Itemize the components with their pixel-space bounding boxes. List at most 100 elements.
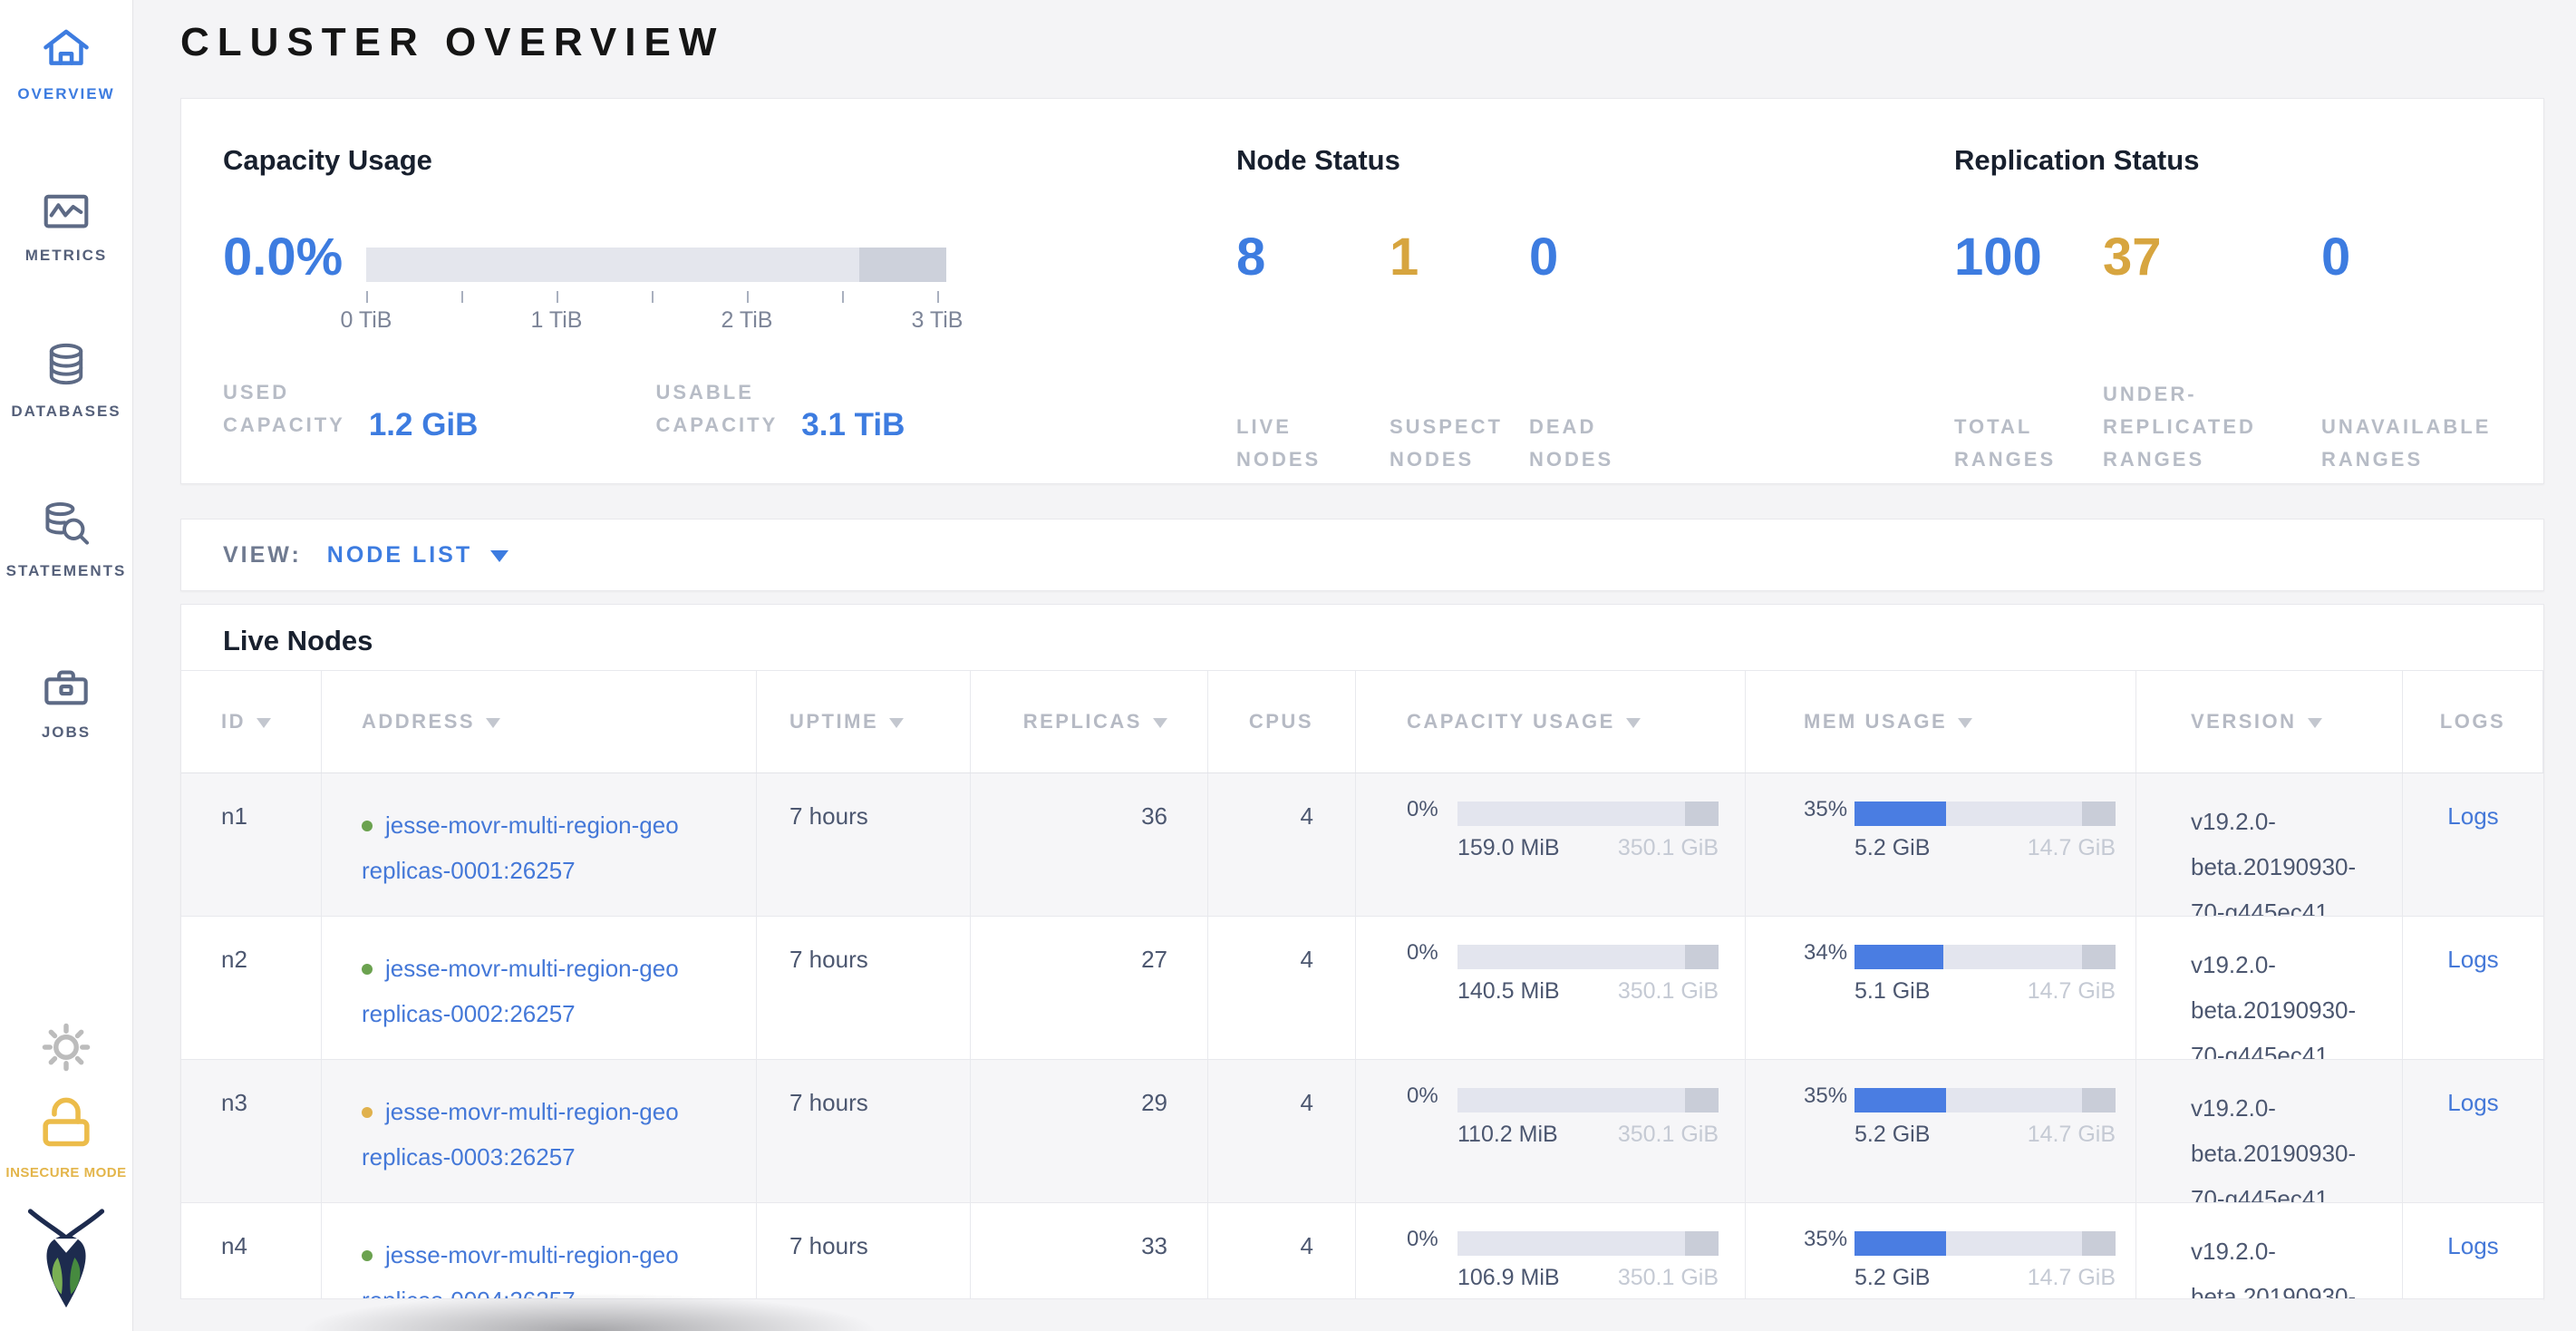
jobs-briefcase-icon: [41, 664, 92, 711]
column-header-label: CAPACITY USAGE: [1407, 710, 1615, 734]
mem-meter: [1855, 945, 2116, 969]
live-nodes-title: Live Nodes: [223, 625, 373, 657]
mem-percent: 35%: [1804, 1083, 1855, 1109]
live-nodes-stat: 8 LIVE NODES: [1236, 231, 1265, 442]
node-address-cell: jesse-movr-multi-region-geo replicas-000…: [322, 1060, 757, 1202]
mem-percent: 34%: [1804, 940, 1855, 966]
cockroachdb-bug-logo: [0, 1206, 132, 1316]
logs-link[interactable]: Logs: [2447, 1232, 2498, 1259]
capacity-used-percent: 0.0%: [223, 231, 343, 284]
bottom-shadow: [299, 1293, 879, 1331]
capacity-meter: [1457, 1088, 1719, 1112]
uptime-cell: 7 hours: [757, 1203, 971, 1299]
usable-capacity-label: USABLE CAPACITY: [655, 376, 778, 442]
node-address-link[interactable]: jesse-movr-multi-region-geo replicas-000…: [362, 955, 756, 1036]
live-nodes-table: ID ADDRESS UPTIME REPLICAS: [181, 670, 2543, 1299]
sidebar-item-overview[interactable]: OVERVIEW: [0, 16, 132, 103]
cluster-summary-card: Capacity Usage 0.0% 0 TiB 1 TiB 2 TiB 3 …: [180, 98, 2544, 484]
capacity-percent: 0%: [1407, 1083, 1457, 1109]
column-header[interactable]: ADDRESS: [322, 671, 757, 772]
column-header-label: UPTIME: [789, 710, 878, 734]
replicas-cell: 36: [971, 773, 1208, 916]
column-header[interactable]: REPLICAS: [971, 671, 1208, 772]
column-header[interactable]: LOGS: [2403, 671, 2543, 772]
capacity-bar-track: [366, 248, 946, 282]
column-header[interactable]: ID: [181, 671, 322, 772]
mem-usage-cell: 35% 5.2 GiB 14.7 GiB: [1746, 1060, 2136, 1202]
logs-cell: Logs: [2403, 1203, 2543, 1299]
capacity-meter-end-segment: [1685, 1088, 1719, 1112]
cpus-cell: 4: [1208, 1203, 1356, 1299]
logs-link[interactable]: Logs: [2447, 1089, 2498, 1116]
capacity-used-value: 159.0 MiB: [1457, 835, 1560, 861]
page-title: CLUSTER OVERVIEW: [180, 20, 724, 65]
version-cell: v19.2.0- beta.20190930-: [2136, 1203, 2403, 1299]
sort-arrow-icon: [1626, 718, 1641, 728]
capacity-meter-end-segment: [1685, 1231, 1719, 1256]
insecure-mode-indicator[interactable]: INSECURE MODE: [0, 1093, 132, 1180]
uptime-cell: 7 hours: [757, 773, 971, 916]
tick-label: 2 TiB: [721, 307, 773, 334]
node-address-link[interactable]: jesse-movr-multi-region-geo replicas-000…: [362, 811, 756, 893]
table-row: n4 jesse-movr-multi-region-geo replicas-…: [181, 1203, 2543, 1299]
node-address-link[interactable]: jesse-movr-multi-region-geo replicas-000…: [362, 1098, 756, 1180]
usable-capacity-stat: USABLE CAPACITY 3.1 TiB: [655, 376, 905, 442]
cpus-cell: 4: [1208, 773, 1356, 916]
mem-percent: 35%: [1804, 797, 1855, 822]
live-nodes-card: Live Nodes ID ADDRESS UPTIME: [180, 604, 2544, 1299]
capacity-total-value: 350.1 GiB: [1618, 1122, 1719, 1148]
node-address-cell: jesse-movr-multi-region-geo replicas-000…: [322, 917, 757, 1059]
sort-arrow-icon: [1153, 718, 1167, 728]
tick-label: 1 TiB: [531, 307, 583, 334]
unavailable-ranges-label: UNAVAILABLE RANGES: [2321, 411, 2491, 476]
live-nodes-label: LIVE NODES: [1236, 411, 1321, 476]
node-status-dot: [362, 821, 373, 831]
column-header[interactable]: MEM USAGE: [1746, 671, 2136, 772]
logs-link[interactable]: Logs: [2447, 802, 2498, 830]
uptime-cell: 7 hours: [757, 917, 971, 1059]
view-dropdown[interactable]: NODE LIST: [327, 542, 508, 568]
column-header-label: LOGS: [2440, 710, 2505, 734]
sidebar-item-jobs[interactable]: JOBS: [0, 655, 132, 742]
capacity-usage-bar: 0 TiB 1 TiB 2 TiB 3 TiB: [366, 248, 946, 335]
address-line-2: replicas-0002:26257: [362, 991, 756, 1036]
capacity-meter: [1457, 1231, 1719, 1256]
node-address-link[interactable]: jesse-movr-multi-region-geo replicas-000…: [362, 1241, 756, 1299]
sidebar-item-label: STATEMENTS: [0, 562, 132, 580]
capacity-bar-end-segment: [859, 248, 946, 282]
column-header[interactable]: UPTIME: [757, 671, 971, 772]
sidebar-item-label: DATABASES: [0, 403, 132, 421]
sidebar-item-statements[interactable]: STATEMENTS: [0, 493, 132, 580]
sidebar-item-databases[interactable]: DATABASES: [0, 334, 132, 421]
under-replicated-ranges-stat: 37 UNDER- REPLICATED RANGES: [2103, 231, 2162, 442]
settings-button[interactable]: [0, 1021, 132, 1078]
mem-meter-fill: [1855, 1231, 1946, 1256]
capacity-meter-end-segment: [1685, 802, 1719, 826]
address-line-2: replicas-0001:26257: [362, 848, 756, 893]
column-header[interactable]: CAPACITY USAGE: [1356, 671, 1746, 772]
used-capacity-value: 1.2 GiB: [369, 407, 479, 443]
mem-meter-fill: [1855, 802, 1946, 826]
column-header-label: ID: [221, 710, 246, 734]
live-nodes-value: 8: [1236, 231, 1265, 284]
node-id-cell: n3: [181, 1060, 322, 1202]
column-header-label: ADDRESS: [362, 710, 475, 734]
under-replicated-ranges-value: 37: [2103, 231, 2162, 284]
uptime-cell: 7 hours: [757, 1060, 971, 1202]
gear-icon: [40, 1021, 92, 1074]
mem-meter-end-segment: [2082, 802, 2116, 826]
capacity-used-value: 140.5 MiB: [1457, 978, 1560, 1005]
replicas-cell: 33: [971, 1203, 1208, 1299]
sidebar-item-label: OVERVIEW: [0, 85, 132, 103]
dead-nodes-value: 0: [1529, 231, 1558, 284]
mem-usage-cell: 34% 5.1 GiB 14.7 GiB: [1746, 917, 2136, 1059]
capacity-used-value: 106.9 MiB: [1457, 1265, 1560, 1291]
column-header[interactable]: VERSION: [2136, 671, 2403, 772]
logs-cell: Logs: [2403, 1060, 2543, 1202]
logs-link[interactable]: Logs: [2447, 946, 2498, 973]
under-replicated-ranges-label: UNDER- REPLICATED RANGES: [2103, 378, 2256, 476]
column-header[interactable]: CPUS: [1208, 671, 1356, 772]
tick-label: 0 TiB: [341, 307, 392, 334]
sidebar-item-metrics[interactable]: METRICS: [0, 178, 132, 265]
mem-meter: [1855, 1088, 2116, 1112]
